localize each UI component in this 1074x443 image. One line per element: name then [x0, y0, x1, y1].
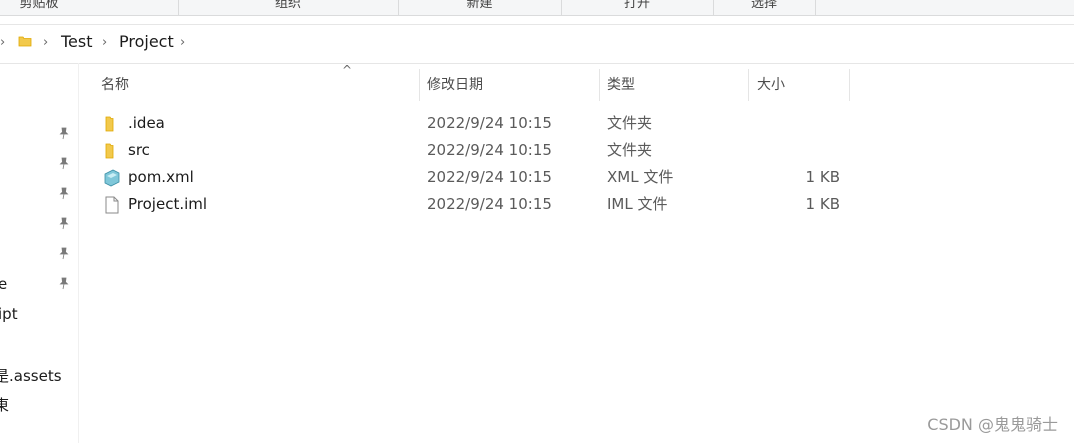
nav-item[interactable]: 是.assets — [0, 365, 62, 386]
file-name[interactable]: src — [128, 137, 150, 164]
ribbon-separator — [815, 0, 816, 15]
file-row[interactable]: Project.iml 2022/9/24 10:15 IML 文件 1 KB — [92, 191, 852, 218]
ribbon-group-open: 打开 — [623, 0, 650, 11]
column-divider[interactable] — [599, 69, 600, 101]
navigation-pane: e ipt 是.assets 東 — [0, 63, 79, 443]
file-name[interactable]: .idea — [128, 110, 165, 137]
ribbon-group-new: 新建 — [466, 0, 493, 11]
ribbon-group-organize: 组织 — [274, 0, 301, 11]
file-row[interactable]: src 2022/9/24 10:15 文件夹 — [92, 137, 852, 164]
column-header-size[interactable]: 大小 — [757, 69, 785, 101]
column-divider[interactable] — [419, 69, 420, 101]
breadcrumb-test[interactable]: Test — [61, 32, 93, 51]
file-date: 2022/9/24 10:15 — [427, 141, 552, 159]
nav-item[interactable]: ipt — [0, 305, 18, 323]
file-name[interactable]: Project.iml — [128, 191, 207, 218]
pin-icon[interactable] — [57, 156, 71, 170]
chevron-right-icon[interactable]: › — [102, 35, 107, 50]
file-date: 2022/9/24 10:15 — [427, 114, 552, 132]
file-type: XML 文件 — [607, 168, 674, 186]
column-header-date[interactable]: 修改日期 — [427, 69, 483, 101]
column-header-name[interactable]: 名称 — [101, 69, 129, 101]
file-type: IML 文件 — [607, 195, 668, 213]
chevron-right-icon[interactable]: › — [0, 35, 5, 50]
nav-item[interactable]: e — [0, 275, 7, 293]
breadcrumb-project[interactable]: Project — [119, 32, 174, 51]
column-divider[interactable] — [849, 69, 850, 101]
pin-icon[interactable] — [57, 216, 71, 230]
pin-icon[interactable] — [57, 246, 71, 260]
file-icon — [105, 196, 119, 214]
column-header-type[interactable]: 类型 — [607, 69, 635, 101]
sort-ascending-icon: ^ — [342, 63, 353, 77]
folder-icon — [18, 36, 32, 47]
pin-icon[interactable] — [57, 276, 71, 290]
ribbon-group-clipboard: 剪贴板 — [19, 0, 59, 11]
file-date: 2022/9/24 10:15 — [427, 195, 552, 213]
file-date: 2022/9/24 10:15 — [427, 168, 552, 186]
file-row[interactable]: .idea 2022/9/24 10:15 文件夹 — [92, 110, 852, 137]
column-header: ^ 名称 修改日期 类型 大小 — [92, 63, 852, 101]
file-size: 1 KB — [805, 195, 840, 213]
chevron-right-icon[interactable]: › — [180, 35, 185, 50]
file-name[interactable]: pom.xml — [128, 164, 194, 191]
file-type: 文件夹 — [607, 141, 653, 159]
ribbon-group-select: 选择 — [750, 0, 777, 11]
file-size: 1 KB — [805, 168, 840, 186]
column-divider[interactable] — [748, 69, 749, 101]
nav-item[interactable]: 東 — [0, 394, 9, 415]
address-bar[interactable]: › › Test › Project › — [0, 24, 1074, 64]
pin-icon[interactable] — [57, 126, 71, 140]
file-row[interactable]: pom.xml 2022/9/24 10:15 XML 文件 1 KB — [92, 164, 852, 191]
file-size — [747, 110, 840, 137]
chevron-right-icon[interactable]: › — [43, 35, 48, 50]
file-type: 文件夹 — [607, 114, 653, 132]
folder-icon — [105, 116, 114, 132]
xml-file-icon — [104, 169, 120, 187]
ribbon-group-labels: 剪贴板 组织 新建 打开 选择 — [0, 0, 1074, 16]
file-size — [747, 137, 840, 164]
folder-icon — [105, 143, 114, 159]
watermark: CSDN @鬼鬼骑士 — [927, 415, 1058, 434]
pin-icon[interactable] — [57, 186, 71, 200]
